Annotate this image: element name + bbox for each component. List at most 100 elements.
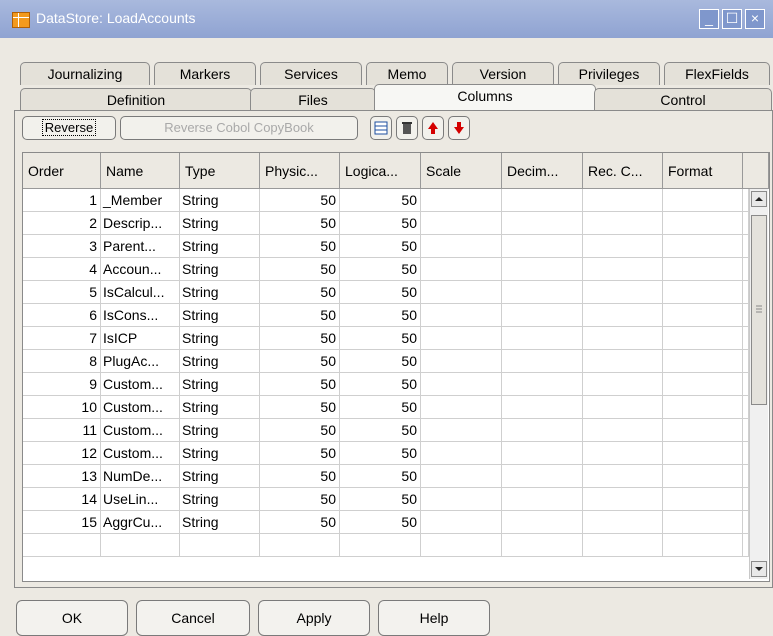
tab-columns[interactable]: Columns (374, 84, 596, 111)
cell-physical[interactable]: 50 (260, 189, 340, 212)
table-row[interactable]: 15 AggrCu... String 50 50 (23, 511, 749, 534)
reverse-button[interactable]: Reverse (22, 116, 116, 140)
cell-name[interactable]: PlugAc... (101, 350, 180, 373)
tab-definition[interactable]: Definition (20, 88, 252, 111)
cell-type[interactable] (180, 534, 260, 557)
tab-memo[interactable]: Memo (366, 62, 448, 85)
cell-name[interactable]: IsICP (101, 327, 180, 350)
cell-type[interactable]: String (180, 465, 260, 488)
cell-decimal[interactable] (502, 373, 583, 396)
col-header-logical[interactable]: Logica... (340, 153, 421, 189)
tab-flexfields[interactable]: FlexFields (664, 62, 770, 85)
cell-rec-code[interactable] (583, 327, 663, 350)
add-column-button[interactable] (370, 116, 392, 140)
cell-logical[interactable]: 50 (340, 511, 421, 534)
cell-format[interactable] (663, 327, 743, 350)
cell-format[interactable] (663, 511, 743, 534)
cell-type[interactable]: String (180, 350, 260, 373)
maximize-icon[interactable]: ☐ (722, 9, 742, 29)
cell-name[interactable]: Custom... (101, 419, 180, 442)
cell-physical[interactable]: 50 (260, 350, 340, 373)
cell-physical[interactable]: 50 (260, 488, 340, 511)
tab-journalizing[interactable]: Journalizing (20, 62, 150, 85)
table-row[interactable]: 7 IsICP String 50 50 (23, 327, 749, 350)
table-row[interactable]: 11 Custom... String 50 50 (23, 419, 749, 442)
col-header-type[interactable]: Type (180, 153, 260, 189)
tab-files[interactable]: Files (250, 88, 376, 111)
cell-logical[interactable]: 50 (340, 304, 421, 327)
cell-scale[interactable] (421, 189, 502, 212)
cell-logical[interactable]: 50 (340, 189, 421, 212)
cell-name[interactable]: IsCons... (101, 304, 180, 327)
cell-type[interactable]: String (180, 304, 260, 327)
cell-format[interactable] (663, 304, 743, 327)
cell-order[interactable]: 11 (23, 419, 101, 442)
table-row[interactable]: 3 Parent... String 50 50 (23, 235, 749, 258)
cell-rec-code[interactable] (583, 511, 663, 534)
table-row[interactable]: 2 Descrip... String 50 50 (23, 212, 749, 235)
cell-physical[interactable]: 50 (260, 442, 340, 465)
table-row[interactable]: 5 IsCalcul... String 50 50 (23, 281, 749, 304)
cell-order[interactable]: 7 (23, 327, 101, 350)
cell-decimal[interactable] (502, 511, 583, 534)
cell-logical[interactable] (340, 534, 421, 557)
close-icon[interactable]: × (745, 9, 765, 29)
cell-physical[interactable]: 50 (260, 304, 340, 327)
cell-order[interactable]: 1 (23, 189, 101, 212)
vertical-scrollbar[interactable] (749, 189, 768, 579)
cell-logical[interactable]: 50 (340, 419, 421, 442)
cell-name[interactable]: Custom... (101, 373, 180, 396)
ok-button[interactable]: OK (16, 600, 128, 636)
cell-order[interactable]: 6 (23, 304, 101, 327)
cell-logical[interactable]: 50 (340, 442, 421, 465)
table-row-partial[interactable] (23, 534, 749, 557)
cell-format[interactable] (663, 281, 743, 304)
tab-control[interactable]: Control (594, 88, 772, 111)
cell-format[interactable] (663, 189, 743, 212)
cell-rec-code[interactable] (583, 258, 663, 281)
cell-physical[interactable]: 50 (260, 419, 340, 442)
move-down-button[interactable] (448, 116, 470, 140)
move-up-button[interactable] (422, 116, 444, 140)
cell-type[interactable]: String (180, 419, 260, 442)
cell-physical[interactable]: 50 (260, 235, 340, 258)
cell-format[interactable] (663, 258, 743, 281)
scrollbar-thumb[interactable] (751, 215, 767, 405)
cell-logical[interactable]: 50 (340, 212, 421, 235)
cell-name[interactable]: Descrip... (101, 212, 180, 235)
cell-scale[interactable] (421, 281, 502, 304)
cancel-button[interactable]: Cancel (136, 600, 250, 636)
cell-rec-code[interactable] (583, 350, 663, 373)
cell-order[interactable]: 14 (23, 488, 101, 511)
cell-scale[interactable] (421, 350, 502, 373)
cell-physical[interactable]: 50 (260, 511, 340, 534)
minimize-icon[interactable]: _ (699, 9, 719, 29)
cell-format[interactable] (663, 396, 743, 419)
cell-type[interactable]: String (180, 511, 260, 534)
col-header-order[interactable]: Order (23, 153, 101, 189)
cell-name[interactable]: NumDe... (101, 465, 180, 488)
cell-rec-code[interactable] (583, 488, 663, 511)
cell-decimal[interactable] (502, 304, 583, 327)
cell-type[interactable]: String (180, 442, 260, 465)
cell-scale[interactable] (421, 419, 502, 442)
reverse-cobol-copybook-button[interactable]: Reverse Cobol CopyBook (120, 116, 358, 140)
cell-order[interactable]: 15 (23, 511, 101, 534)
apply-button[interactable]: Apply (258, 600, 370, 636)
table-row[interactable]: 6 IsCons... String 50 50 (23, 304, 749, 327)
cell-scale[interactable] (421, 235, 502, 258)
table-row[interactable]: 10 Custom... String 50 50 (23, 396, 749, 419)
cell-physical[interactable]: 50 (260, 327, 340, 350)
cell-name[interactable]: _Member (101, 189, 180, 212)
tab-markers[interactable]: Markers (154, 62, 256, 85)
cell-format[interactable] (663, 373, 743, 396)
cell-scale[interactable] (421, 488, 502, 511)
cell-rec-code[interactable] (583, 373, 663, 396)
cell-rec-code[interactable] (583, 212, 663, 235)
cell-rec-code[interactable] (583, 419, 663, 442)
cell-name[interactable]: IsCalcul... (101, 281, 180, 304)
tab-version[interactable]: Version (452, 62, 554, 85)
cell-decimal[interactable] (502, 396, 583, 419)
cell-scale[interactable] (421, 511, 502, 534)
cell-name[interactable]: Accoun... (101, 258, 180, 281)
